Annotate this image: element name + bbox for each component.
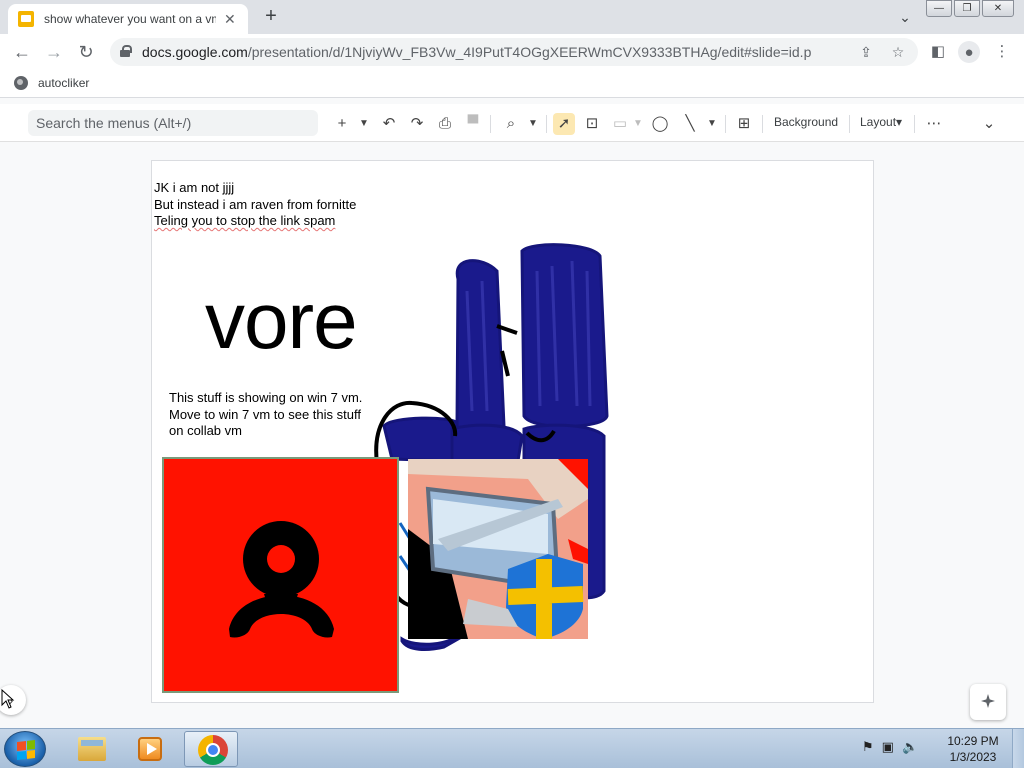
text-line-3: Teling you to stop the link spam: [154, 213, 336, 228]
explore-icon[interactable]: [970, 684, 1006, 720]
side-panel-icon[interactable]: ◧: [926, 40, 950, 64]
browser-toolbar: ← → ↻ docs.google.com/presentation/d/1Nj…: [0, 34, 1024, 70]
minimize-button[interactable]: —: [926, 0, 952, 17]
browser-tab[interactable]: show whatever you want on a vm ✕: [8, 4, 248, 34]
shape-icon[interactable]: ◯: [649, 113, 671, 135]
bookmark-item[interactable]: autocliker: [14, 76, 89, 90]
url-path: /presentation/d/1NjviyWv_FB3Vw_4I9PutT4O…: [247, 44, 812, 60]
close-window-button[interactable]: ✕: [982, 0, 1014, 17]
taskbar-chrome[interactable]: [184, 731, 238, 767]
zoom-icon[interactable]: ⌕: [500, 113, 522, 135]
window-controls: — ❐ ✕: [926, 0, 1016, 18]
restore-button[interactable]: ❐: [954, 0, 980, 17]
taskbar-media-player[interactable]: [122, 731, 176, 767]
toolbar-divider: [849, 115, 850, 133]
editor-canvas: JK i am not jjjj But instead i am raven …: [0, 143, 1024, 728]
person-icon: [229, 521, 334, 638]
text-line: But instead i am raven from fornitte: [154, 197, 356, 214]
system-tray: ⚑ ▣ 🔈: [862, 739, 918, 755]
line-icon[interactable]: ╲: [679, 113, 701, 135]
share-icon[interactable]: ⇪: [856, 42, 876, 62]
more-options-icon[interactable]: ⋯: [923, 113, 945, 135]
network-icon[interactable]: ▣: [882, 739, 894, 755]
zoom-dropdown-icon[interactable]: ▼: [522, 113, 544, 135]
image-dropdown-icon[interactable]: ▼: [627, 113, 649, 135]
show-desktop-button[interactable]: [1012, 729, 1024, 768]
google-slides-icon: [18, 11, 34, 27]
windows-update-icon: [408, 459, 588, 639]
text-line-2: But instead i am raven from fornitte: [154, 196, 357, 212]
media-player-icon: [138, 737, 162, 761]
search-menus-input[interactable]: [28, 110, 318, 136]
toolbar-divider: [490, 115, 491, 133]
redo-icon[interactable]: ↷: [406, 113, 428, 135]
kebab-icon[interactable]: ⋮: [990, 40, 1014, 64]
red-avatar-image[interactable]: [162, 457, 399, 693]
add-comment-icon[interactable]: ⊞: [733, 113, 755, 135]
tab-search-button[interactable]: ⌄: [894, 6, 916, 28]
text-line-1: JK i am not jjjj: [154, 180, 235, 195]
line-dropdown-icon[interactable]: ▼: [701, 113, 723, 135]
bookmark-label: autocliker: [38, 76, 90, 90]
toolbar-divider: [725, 115, 726, 133]
star-icon[interactable]: ☆: [888, 42, 908, 62]
text-box-icon[interactable]: ⊡: [581, 113, 603, 135]
text-block-middle[interactable]: This stuff is showing on win 7 vm. Move …: [169, 390, 362, 440]
address-bar[interactable]: docs.google.com/presentation/d/1NjviyWv_…: [110, 38, 918, 66]
new-slide-dropdown-icon[interactable]: ▼: [353, 113, 375, 135]
cursor-icon: [1, 689, 15, 709]
text-line: This stuff is showing on win 7 vm.: [169, 390, 363, 405]
toolbar-divider: [546, 115, 547, 133]
paint-format-icon[interactable]: ▀: [462, 113, 484, 135]
collapse-toolbar-icon[interactable]: ⌄: [978, 113, 1000, 135]
reload-icon[interactable]: ↻: [74, 40, 98, 64]
taskbar-explorer[interactable]: [64, 731, 118, 767]
text-block-top[interactable]: JK i am not jjjj But instead i am raven …: [154, 180, 356, 230]
url-text: docs.google.com/presentation/d/1NjviyWv_…: [142, 44, 811, 60]
toolbar-divider: [914, 115, 915, 133]
volume-icon[interactable]: 🔈: [902, 739, 918, 755]
text-line: Teling you to stop the link spam: [154, 213, 356, 230]
new-tab-button[interactable]: +: [260, 5, 282, 27]
windows-taskbar: ⚑ ▣ 🔈 10:29 PM 1/3/2023: [0, 728, 1024, 768]
back-icon[interactable]: ←: [10, 40, 34, 64]
clock[interactable]: 10:29 PM 1/3/2023: [940, 733, 1006, 765]
slides-toolbar: + ▼ ↶ ↷ ⎙ ▀ ⌕ ▼ ➚ ⊡ ▭ ▼ ◯ ╲ ▼ ⊞ Backgrou…: [0, 104, 1024, 142]
layout-button[interactable]: Layout▾: [860, 115, 902, 129]
start-button[interactable]: [4, 731, 46, 767]
text-line: JK i am not jjjj: [154, 180, 356, 197]
tab-close-button[interactable]: ✕: [224, 11, 236, 28]
toolbar-divider: [762, 115, 763, 133]
clock-date: 1/3/2023: [949, 750, 997, 764]
text-line: Move to win 7 vm to see this stuff: [169, 406, 361, 422]
text-line: on collab vm: [169, 423, 242, 438]
print-icon[interactable]: ⎙: [434, 113, 456, 135]
folder-icon: [78, 737, 106, 761]
tab-title: show whatever you want on a vm: [44, 12, 216, 26]
background-button[interactable]: Background: [774, 115, 838, 129]
lock-icon[interactable]: [120, 45, 132, 57]
big-word-text[interactable]: vore: [205, 271, 358, 371]
globe-icon: [14, 76, 28, 90]
forward-icon[interactable]: →: [42, 40, 66, 64]
windows-shield-image[interactable]: [408, 459, 588, 639]
windows-logo-icon: [17, 740, 35, 760]
action-center-flag-icon[interactable]: ⚑: [862, 739, 874, 755]
tab-strip: show whatever you want on a vm ✕ + ⌄ — ❐…: [0, 0, 1024, 34]
new-slide-icon[interactable]: +: [331, 113, 353, 135]
select-cursor-icon[interactable]: ➚: [553, 113, 575, 135]
url-host: docs.google.com: [142, 44, 248, 60]
undo-icon[interactable]: ↶: [378, 113, 400, 135]
clock-time: 10:29 PM: [947, 734, 999, 748]
bookmarks-bar: autocliker: [0, 70, 1024, 98]
chrome-icon: [198, 735, 228, 765]
slide[interactable]: JK i am not jjjj But instead i am raven …: [151, 160, 874, 703]
profile-icon[interactable]: ●: [958, 41, 980, 63]
